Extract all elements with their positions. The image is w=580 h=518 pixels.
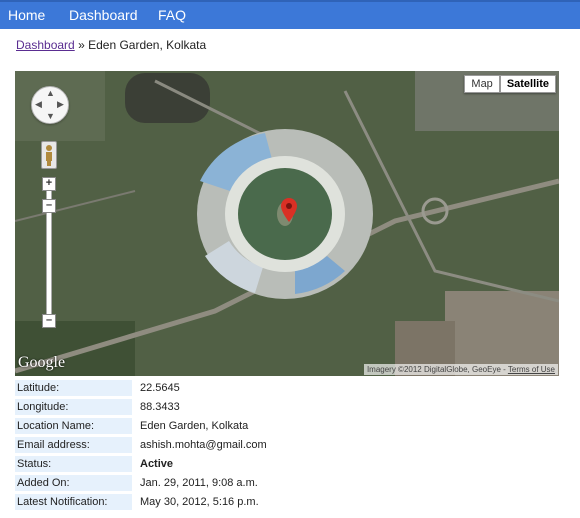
table-row: Added On: Jan. 29, 2011, 9:08 a.m.	[15, 475, 269, 491]
table-row: Status: Active	[15, 456, 269, 472]
map-type-satellite-button[interactable]: Satellite	[499, 75, 556, 93]
location-details-table: Latitude: 22.5645 Longitude: 88.3433 Loc…	[15, 377, 269, 513]
nav-home-link[interactable]: Home	[8, 7, 45, 23]
street-view-pegman-icon[interactable]	[41, 141, 57, 169]
breadcrumb-current: Eden Garden, Kolkata	[88, 38, 207, 52]
map-type-control: Map Satellite	[464, 75, 556, 93]
pan-down-icon[interactable]: ▼	[46, 112, 55, 121]
pan-up-icon[interactable]: ▲	[46, 89, 55, 98]
location-name-label: Location Name:	[15, 418, 132, 434]
nav-dashboard-link[interactable]: Dashboard	[69, 7, 138, 23]
zoom-in-button[interactable]: +	[42, 177, 56, 191]
longitude-value: 88.3433	[140, 401, 180, 413]
breadcrumb: Dashboard » Eden Garden, Kolkata	[16, 38, 206, 52]
email-label: Email address:	[15, 437, 132, 453]
status-label: Status:	[15, 456, 132, 472]
map-type-map-button[interactable]: Map	[464, 75, 500, 93]
satellite-map[interactable]: Map Satellite ▲ ▼ ◀ ▶ + – – Google Image…	[15, 71, 559, 376]
longitude-label: Longitude:	[15, 399, 132, 415]
pan-control[interactable]: ▲ ▼ ◀ ▶	[31, 86, 69, 124]
top-navigation-bar: Home Dashboard FAQ	[0, 0, 580, 29]
table-row: Latitude: 22.5645	[15, 380, 269, 396]
pan-left-icon[interactable]: ◀	[35, 100, 42, 109]
nav-faq-link[interactable]: FAQ	[158, 7, 186, 23]
table-row: Longitude: 88.3433	[15, 399, 269, 415]
latitude-value: 22.5645	[140, 382, 180, 394]
zoom-out-button[interactable]: –	[42, 314, 56, 328]
table-row: Location Name: Eden Garden, Kolkata	[15, 418, 269, 434]
status-badge: Active	[140, 458, 174, 470]
pan-right-icon[interactable]: ▶	[57, 100, 64, 109]
email-value: ashish.mohta@gmail.com	[140, 439, 267, 451]
breadcrumb-dashboard-link[interactable]: Dashboard	[16, 38, 75, 52]
terms-of-use-link[interactable]: Terms of Use	[508, 365, 555, 374]
table-row: Email address: ashish.mohta@gmail.com	[15, 437, 269, 453]
latest-notification-value: May 30, 2012, 5:16 p.m.	[140, 496, 259, 508]
added-on-label: Added On:	[15, 475, 132, 491]
latitude-label: Latitude:	[15, 380, 132, 396]
attribution-text: Imagery ©2012 DigitalGlobe, GeoEye -	[366, 365, 508, 374]
map-marker-icon[interactable]	[281, 198, 297, 222]
added-on-value: Jan. 29, 2011, 9:08 a.m.	[140, 477, 258, 489]
satellite-imagery	[15, 71, 559, 376]
location-name-value: Eden Garden, Kolkata	[140, 420, 249, 432]
google-logo: Google	[18, 354, 66, 371]
table-row: Latest Notification: May 30, 2012, 5:16 …	[15, 494, 269, 510]
latest-notification-label: Latest Notification:	[15, 494, 132, 510]
breadcrumb-separator: »	[78, 38, 85, 52]
zoom-slider-handle[interactable]: –	[42, 199, 56, 213]
map-attribution: Imagery ©2012 DigitalGlobe, GeoEye - Ter…	[363, 364, 558, 375]
